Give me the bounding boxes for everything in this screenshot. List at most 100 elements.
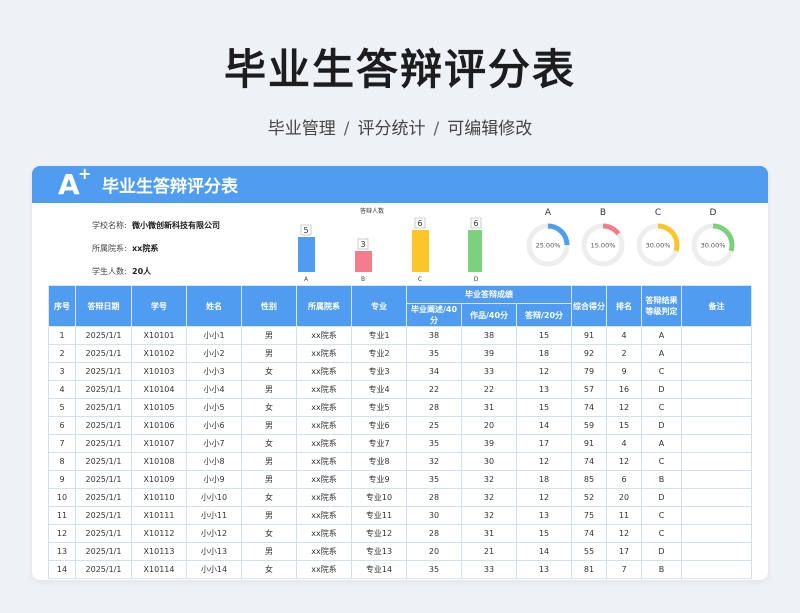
table-cell[interactable] (681, 542, 753, 561)
table-cell[interactable]: 小小2 (186, 344, 242, 363)
table-cell[interactable]: 35 (406, 434, 462, 453)
table-cell[interactable]: 22 (406, 380, 462, 399)
table-cell[interactable]: 79 (571, 362, 608, 381)
table-cell[interactable]: X10108 (131, 452, 187, 471)
table-cell[interactable]: 小小4 (186, 380, 242, 399)
table-cell[interactable]: 12 (515, 362, 573, 381)
table-cell[interactable]: 34 (406, 362, 462, 381)
table-cell[interactable]: xx院系 (296, 560, 352, 579)
table-cell[interactable]: 小小10 (186, 488, 242, 507)
table-cell[interactable]: 女 (241, 488, 297, 507)
table-cell[interactable] (681, 380, 753, 399)
table-cell[interactable]: 14 (515, 542, 573, 561)
table-cell[interactable]: 28 (406, 488, 462, 507)
table-cell[interactable]: 小小11 (186, 506, 242, 525)
table-cell[interactable] (681, 398, 753, 417)
table-cell[interactable]: 55 (571, 542, 608, 561)
table-cell[interactable]: D (641, 380, 683, 399)
table-cell[interactable]: 专业6 (351, 416, 407, 435)
table-cell[interactable]: D (641, 416, 683, 435)
table-cell[interactable]: 74 (571, 524, 608, 543)
table-cell[interactable]: 74 (571, 452, 608, 471)
table-cell[interactable]: 2025/1/1 (75, 488, 132, 507)
table-cell[interactable]: 2025/1/1 (75, 398, 132, 417)
table-cell[interactable]: 9 (48, 470, 76, 489)
table-cell[interactable]: xx院系 (296, 434, 352, 453)
table-cell[interactable]: 专业14 (351, 560, 407, 579)
table-cell[interactable]: 14 (515, 416, 573, 435)
table-cell[interactable]: 男 (241, 506, 297, 525)
table-cell[interactable]: 52 (571, 488, 608, 507)
table-cell[interactable]: 15 (606, 416, 643, 435)
table-cell[interactable]: 12 (606, 524, 643, 543)
table-cell[interactable]: C (641, 524, 683, 543)
table-cell[interactable] (681, 416, 753, 435)
table-cell[interactable]: 4 (606, 434, 643, 453)
table-cell[interactable]: 38 (406, 326, 462, 345)
table-cell[interactable]: B (641, 560, 683, 579)
table-cell[interactable]: 女 (241, 524, 297, 543)
table-cell[interactable] (681, 452, 753, 471)
table-cell[interactable]: 39 (461, 434, 517, 453)
table-cell[interactable]: 3 (48, 362, 76, 381)
table-cell[interactable]: xx院系 (296, 362, 352, 381)
table-cell[interactable]: 6 (606, 470, 643, 489)
table-cell[interactable]: X10109 (131, 470, 187, 489)
table-cell[interactable]: 18 (515, 344, 573, 363)
table-cell[interactable]: 14 (48, 560, 76, 579)
table-cell[interactable]: 12 (606, 452, 643, 471)
table-cell[interactable]: 7 (606, 560, 643, 579)
table-cell[interactable]: 28 (406, 398, 462, 417)
table-cell[interactable] (681, 326, 753, 345)
table-cell[interactable]: 4 (606, 326, 643, 345)
table-cell[interactable]: 2025/1/1 (75, 362, 132, 381)
table-cell[interactable]: X10114 (131, 560, 187, 579)
table-cell[interactable]: X10106 (131, 416, 187, 435)
table-cell[interactable]: 31 (461, 524, 517, 543)
table-cell[interactable]: xx院系 (296, 398, 352, 417)
table-cell[interactable]: xx院系 (296, 542, 352, 561)
table-cell[interactable]: 2025/1/1 (75, 326, 132, 345)
table-cell[interactable]: 9 (606, 362, 643, 381)
table-cell[interactable]: 专业8 (351, 452, 407, 471)
table-cell[interactable]: 74 (571, 398, 608, 417)
table-cell[interactable]: 57 (571, 380, 608, 399)
table-cell[interactable]: 92 (571, 344, 608, 363)
table-cell[interactable]: X10103 (131, 362, 187, 381)
table-cell[interactable]: 12 (515, 488, 573, 507)
table-cell[interactable]: xx院系 (296, 470, 352, 489)
table-cell[interactable]: 28 (406, 524, 462, 543)
table-cell[interactable]: 13 (515, 560, 573, 579)
table-cell[interactable]: 2025/1/1 (75, 452, 132, 471)
table-cell[interactable]: 32 (461, 488, 517, 507)
table-cell[interactable]: 30 (406, 506, 462, 525)
table-cell[interactable]: 4 (48, 380, 76, 399)
table-cell[interactable]: xx院系 (296, 488, 352, 507)
table-cell[interactable]: 17 (515, 434, 573, 453)
table-cell[interactable]: 15 (515, 524, 573, 543)
table-cell[interactable]: 2025/1/1 (75, 506, 132, 525)
table-cell[interactable]: 7 (48, 434, 76, 453)
table-cell[interactable]: X10107 (131, 434, 187, 453)
table-cell[interactable]: D (641, 488, 683, 507)
table-cell[interactable]: 男 (241, 452, 297, 471)
table-cell[interactable] (681, 434, 753, 453)
table-cell[interactable]: 专业2 (351, 344, 407, 363)
table-cell[interactable]: C (641, 506, 683, 525)
table-cell[interactable]: B (641, 470, 683, 489)
table-cell[interactable]: 男 (241, 380, 297, 399)
table-cell[interactable]: 2025/1/1 (75, 416, 132, 435)
table-cell[interactable]: 12 (48, 524, 76, 543)
table-cell[interactable]: 小小6 (186, 416, 242, 435)
table-cell[interactable]: C (641, 452, 683, 471)
table-cell[interactable]: 2 (48, 344, 76, 363)
table-cell[interactable]: D (641, 542, 683, 561)
table-cell[interactable]: 女 (241, 362, 297, 381)
table-cell[interactable]: X10101 (131, 326, 187, 345)
table-cell[interactable]: 小小9 (186, 470, 242, 489)
table-cell[interactable]: 8 (48, 452, 76, 471)
table-cell[interactable]: 5 (48, 398, 76, 417)
table-cell[interactable]: xx院系 (296, 452, 352, 471)
table-cell[interactable]: 2025/1/1 (75, 380, 132, 399)
table-cell[interactable]: 小小12 (186, 524, 242, 543)
